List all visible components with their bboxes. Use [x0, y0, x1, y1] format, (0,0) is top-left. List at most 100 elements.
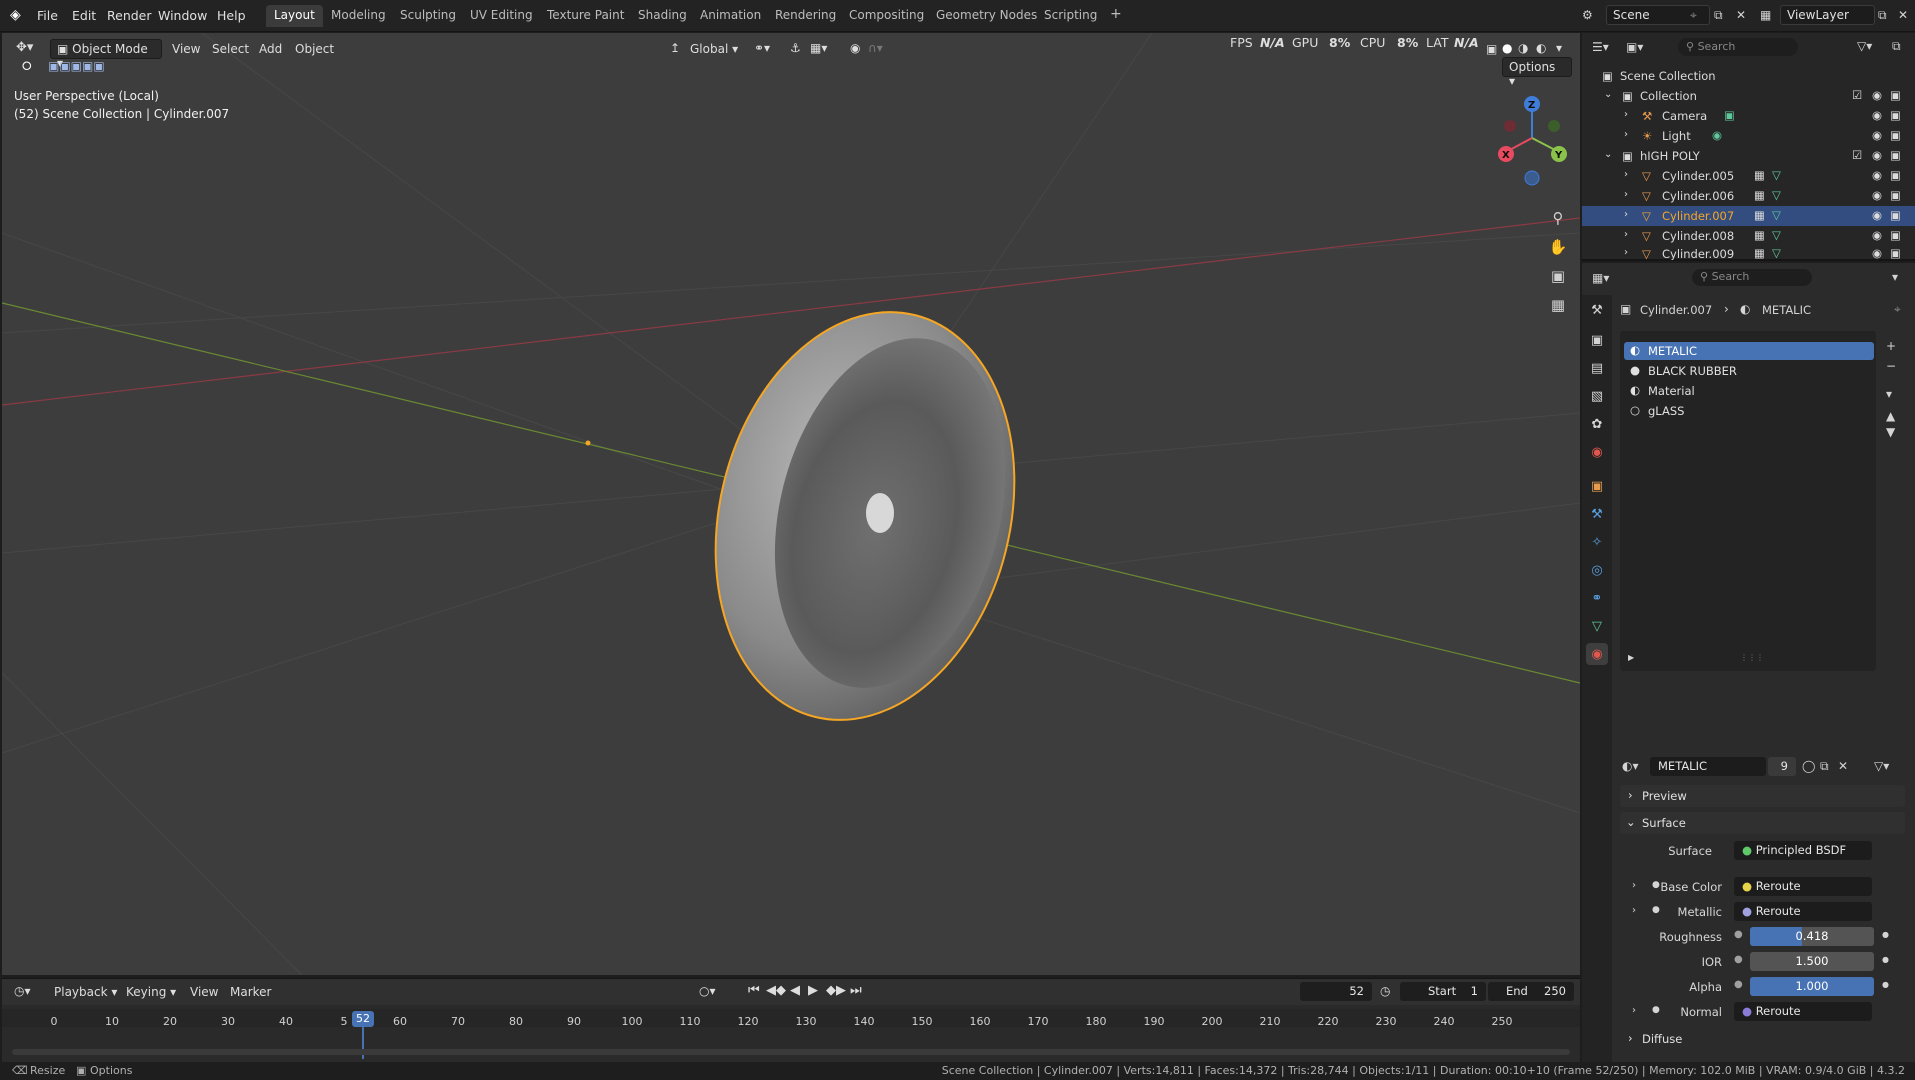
checkbox-icon[interactable]: ☑: [1852, 148, 1862, 162]
display-mode-icon[interactable]: ▣▾: [1626, 40, 1643, 54]
snap-target-icon[interactable]: ▦▾: [810, 41, 827, 55]
world-tab-icon[interactable]: ◉: [1586, 441, 1608, 463]
blender-logo-icon[interactable]: ◈: [10, 7, 21, 23]
tab-geometry-nodes[interactable]: Geometry Nodes: [928, 5, 1045, 27]
expand-arrow-icon[interactable]: ›: [1624, 209, 1628, 220]
outliner-row-collection[interactable]: ⌄ ▣ Collection ☑ ◉ ▣: [1582, 86, 1915, 106]
pivot-icon[interactable]: ⚭▾: [754, 41, 770, 55]
add-slot-icon[interactable]: +: [1886, 339, 1896, 353]
material-users-count[interactable]: 9: [1768, 757, 1796, 776]
pin-icon[interactable]: ⌖: [1894, 302, 1901, 317]
outliner-row-cylinder-009[interactable]: › ▽ Cylinder.009 ▦ ▽ ◉ ▣: [1582, 246, 1915, 260]
menu-marker[interactable]: Marker: [230, 985, 271, 999]
new-scene-icon[interactable]: ⧉: [1714, 8, 1723, 23]
tab-layout[interactable]: Layout: [266, 5, 323, 27]
ortho-grid-icon[interactable]: ▦: [1545, 292, 1571, 318]
eye-icon[interactable]: ◉: [1872, 246, 1882, 260]
expand-arrow-icon[interactable]: ›: [1624, 129, 1628, 140]
camera-render-icon[interactable]: ▣: [1890, 148, 1901, 162]
options-dropdown[interactable]: Options ▾: [1502, 57, 1572, 88]
move-down-icon[interactable]: ▼: [1886, 425, 1895, 439]
ior-field[interactable]: 1.500: [1750, 952, 1874, 971]
material-name-field[interactable]: METALIC: [1650, 757, 1766, 776]
tab-sculpting[interactable]: Sculpting: [392, 5, 464, 27]
eye-icon[interactable]: ◉: [1872, 188, 1882, 202]
outliner-row-cylinder-007[interactable]: › ▽ Cylinder.007 ▦ ▽ ◉ ▣: [1582, 206, 1915, 226]
delete-view-layer-icon[interactable]: ✕: [1898, 8, 1908, 22]
navigation-gizmo[interactable]: Z Y X: [1492, 88, 1572, 203]
material-shading-icon[interactable]: ◑: [1518, 41, 1528, 55]
3d-viewport[interactable]: ✥▾ ▣ Object Mode ▾ View Select Add Objec…: [2, 33, 1580, 975]
outliner-row-camera[interactable]: › ⚒ Camera ▣ ◉ ▣: [1582, 106, 1915, 126]
list-expand-icon[interactable]: ▶: [1628, 653, 1634, 662]
move-up-icon[interactable]: ▲: [1886, 409, 1895, 423]
modifier-tab-icon[interactable]: ⚒: [1586, 503, 1608, 525]
tab-shading[interactable]: Shading: [630, 5, 695, 27]
constraints-tab-icon[interactable]: ⚭: [1586, 587, 1608, 609]
pin-icon[interactable]: ⌖: [1690, 8, 1697, 23]
keyframe-dot-icon[interactable]: ●: [1882, 980, 1889, 989]
view-layer-icon[interactable]: ▦: [1760, 8, 1771, 22]
resize-grip-icon[interactable]: ⋮⋮⋮: [1740, 653, 1764, 662]
solid-shading-icon[interactable]: ●: [1502, 41, 1512, 55]
tab-compositing[interactable]: Compositing: [841, 5, 932, 27]
camera-render-icon[interactable]: ▣: [1890, 208, 1901, 222]
expand-arrow-icon[interactable]: ›: [1624, 189, 1628, 200]
expand-arrow-icon[interactable]: ›: [1632, 1005, 1636, 1016]
snap-icon[interactable]: ⚓: [790, 41, 801, 55]
pan-hand-icon[interactable]: ✋: [1545, 234, 1571, 260]
outliner-row-scene-collection[interactable]: ▣ Scene Collection: [1582, 66, 1915, 86]
expand-arrow-icon[interactable]: ›: [1624, 169, 1628, 180]
roughness-slider[interactable]: 0.418: [1750, 927, 1874, 946]
select-box-mode-icons[interactable]: ▣▣▣▣▣: [48, 59, 105, 73]
rendered-shading-icon[interactable]: ◐: [1536, 41, 1546, 55]
jump-end-icon[interactable]: ⏭: [850, 983, 862, 998]
keyframe-dot-icon[interactable]: ●: [1882, 955, 1889, 964]
tab-uv-editing[interactable]: UV Editing: [462, 5, 541, 27]
panel-diffuse[interactable]: › Diffuse: [1620, 1028, 1905, 1050]
expand-arrow-icon[interactable]: ⌄: [1604, 89, 1612, 100]
tab-scripting[interactable]: Scripting: [1036, 5, 1105, 27]
menu-edit[interactable]: Edit: [72, 8, 96, 23]
end-frame-field[interactable]: End 250: [1488, 982, 1574, 1001]
falloff-icon[interactable]: ∩▾: [868, 41, 883, 55]
camera-render-icon[interactable]: ▣: [1890, 168, 1901, 182]
tab-modeling[interactable]: Modeling: [323, 5, 394, 27]
fake-user-icon[interactable]: ◯: [1802, 759, 1815, 773]
scene-tab-icon[interactable]: ✿: [1586, 413, 1608, 435]
link-mode-icon[interactable]: ▽▾: [1874, 759, 1889, 773]
tool-tab-icon[interactable]: ⚒: [1586, 299, 1608, 321]
jump-keyframe-forward-icon[interactable]: ◆▶: [826, 983, 846, 998]
view-layer-selector[interactable]: ViewLayer: [1780, 5, 1875, 25]
orientation-dropdown[interactable]: Global ▾: [690, 42, 738, 56]
metallic-field[interactable]: ● Reroute: [1734, 902, 1872, 921]
select-tool-icon[interactable]: ⭘: [22, 59, 32, 74]
menu-help[interactable]: Help: [217, 8, 246, 23]
physics-tab-icon[interactable]: ◎: [1586, 559, 1608, 581]
slot-specials-icon[interactable]: ▾: [1886, 387, 1892, 401]
material-slot-glass[interactable]: ○ gLASS: [1624, 402, 1874, 420]
menu-select[interactable]: Select: [212, 42, 249, 56]
eye-icon[interactable]: ◉: [1872, 208, 1882, 222]
jump-keyframe-back-icon[interactable]: ◀◆: [766, 983, 786, 998]
material-tab-icon[interactable]: ◉: [1586, 643, 1608, 665]
expand-arrow-icon[interactable]: ›: [1624, 229, 1628, 240]
outliner-row-high-poly[interactable]: ⌄ ▣ hIGH POLY ☑ ◉ ▣: [1582, 146, 1915, 166]
editor-type-icon[interactable]: ✥▾: [16, 40, 33, 55]
eye-icon[interactable]: ◉: [1872, 168, 1882, 182]
material-browse-icon[interactable]: ◐▾: [1622, 759, 1639, 773]
outliner-row-cylinder-005[interactable]: › ▽ Cylinder.005 ▦ ▽ ◉ ▣: [1582, 166, 1915, 186]
play-reverse-icon[interactable]: ◀: [790, 983, 800, 998]
eye-icon[interactable]: ◉: [1872, 228, 1882, 242]
menu-timeline-view[interactable]: View: [190, 985, 218, 999]
output-tab-icon[interactable]: ▤: [1586, 357, 1608, 379]
expand-arrow-icon[interactable]: ›: [1624, 109, 1628, 120]
menu-window[interactable]: Window: [158, 8, 207, 23]
eye-icon[interactable]: ◉: [1872, 88, 1882, 102]
checkbox-icon[interactable]: ☑: [1852, 88, 1862, 102]
base-color-field[interactable]: ● Reroute: [1734, 877, 1872, 896]
camera-render-icon[interactable]: ▣: [1890, 88, 1901, 102]
properties-editor-icon[interactable]: ▦▾: [1592, 271, 1609, 285]
timeline-scrollbar[interactable]: [12, 1049, 1570, 1055]
menu-view[interactable]: View: [172, 42, 200, 56]
